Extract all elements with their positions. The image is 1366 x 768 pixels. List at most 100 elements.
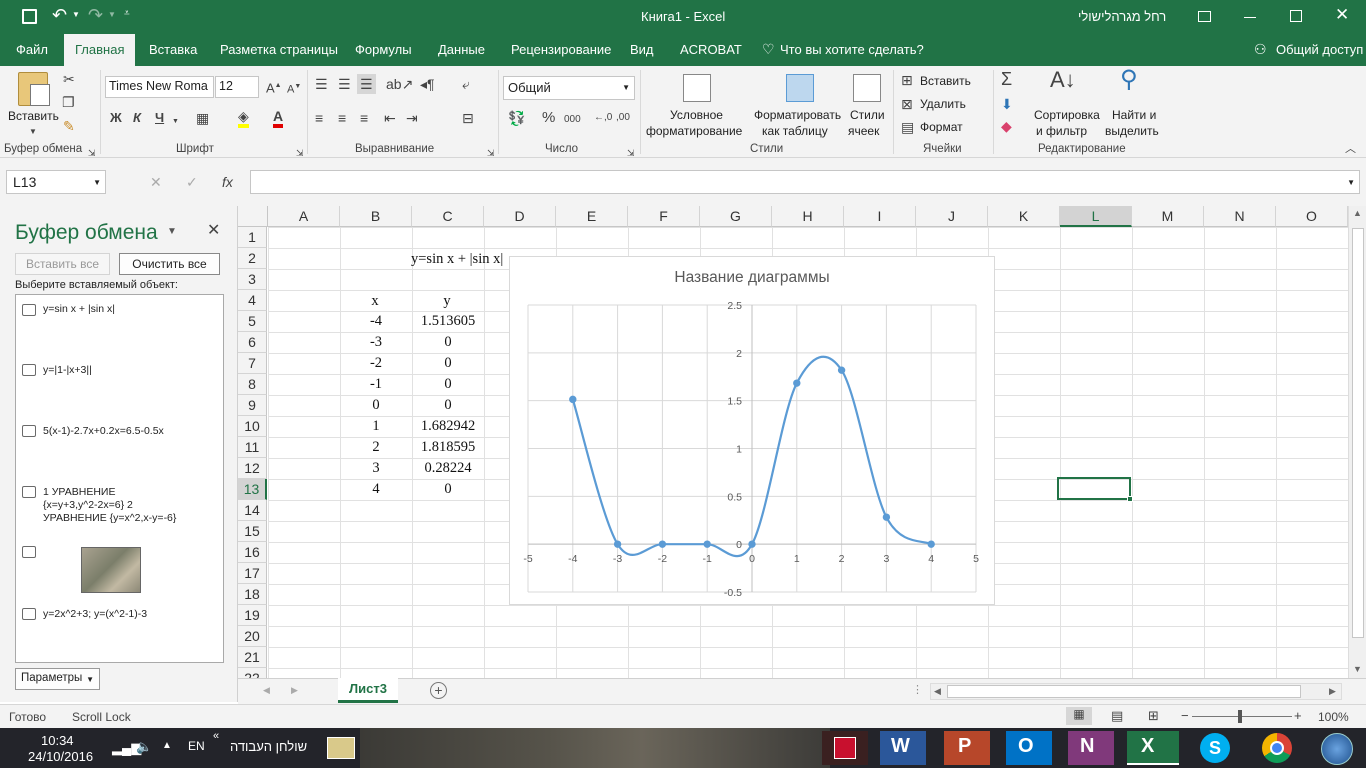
increase-indent-icon[interactable]: ⇥: [406, 110, 418, 126]
conditional-formatting-icon[interactable]: [683, 74, 711, 102]
tell-me-search[interactable]: Что вы хотите сделать?: [780, 34, 924, 66]
italic-button[interactable]: К: [133, 110, 141, 126]
skype-app-icon[interactable]: S: [1192, 731, 1238, 765]
decrease-indent-icon[interactable]: ⇤: [384, 110, 396, 126]
tab-acrobat[interactable]: ACROBAT: [680, 34, 742, 66]
cell-C7[interactable]: 0: [412, 353, 484, 374]
wrap-text-icon[interactable]: ⤶: [462, 76, 470, 92]
find-select-icon[interactable]: ⚲: [1120, 68, 1138, 92]
find-select-button[interactable]: Найти и: [1112, 107, 1156, 123]
cell-C5[interactable]: 1.513605: [412, 311, 484, 332]
orientation-icon[interactable]: ab↗: [386, 76, 413, 92]
copy-icon[interactable]: ❐: [62, 94, 75, 110]
chart-area[interactable]: Название диаграммы -5 -4 -3 -2 -1 0 1 2 3 4 5 -0.5 0…: [509, 256, 995, 605]
decrease-font-icon[interactable]: A▼: [287, 79, 301, 98]
sheet-tab-active[interactable]: Лист3: [338, 678, 398, 703]
tray-expand-icon[interactable]: ▲: [162, 740, 172, 751]
format-cells-icon[interactable]: ▤: [901, 119, 914, 135]
chart-plot[interactable]: -5 -4 -3 -2 -1 0 1 2 3 4 5 -0.5 0 0.5 1 1.5 2 2.5: [510, 257, 994, 604]
redo-dropdown-icon[interactable]: ▼: [108, 10, 116, 19]
redo-icon[interactable]: ↷: [88, 5, 103, 26]
cell-B12[interactable]: 3: [340, 458, 412, 479]
zoom-in-icon[interactable]: +: [1294, 708, 1302, 723]
outlook-app-icon[interactable]: O: [1006, 731, 1052, 765]
selected-cell-L13[interactable]: [1057, 477, 1131, 500]
taskbar-date[interactable]: 24/10/2016: [28, 749, 93, 764]
acrobat-app-icon[interactable]: [822, 731, 868, 765]
formula-input[interactable]: ▼: [250, 170, 1360, 194]
chrome-app-icon[interactable]: [1254, 731, 1300, 765]
sheet-next-icon[interactable]: ▶: [291, 685, 298, 696]
scroll-left-icon[interactable]: ◀: [934, 686, 941, 697]
underline-button[interactable]: Ч: [155, 110, 164, 126]
vertical-scrollbar[interactable]: ▲ ▼: [1348, 206, 1366, 678]
splitter-handle[interactable]: ⋮: [912, 683, 923, 696]
insert-cells-button[interactable]: Вставить: [920, 73, 971, 89]
cell-styles-button[interactable]: Стили: [850, 107, 885, 123]
cell-styles-icon[interactable]: [853, 74, 881, 102]
start-button[interactable]: [1314, 731, 1360, 765]
cell-C12[interactable]: 0.28224: [412, 458, 484, 479]
horizontal-scroll-thumb[interactable]: [947, 685, 1301, 698]
cell-B9[interactable]: 0: [340, 395, 412, 416]
taskbar-desktop-label[interactable]: שולחן העבודה: [230, 739, 307, 754]
undo-dropdown-icon[interactable]: ▼: [72, 10, 80, 19]
align-center-icon[interactable]: ≡: [338, 110, 346, 126]
delete-cells-icon[interactable]: ⊠: [901, 96, 913, 112]
font-name-select[interactable]: Times New Roma: [105, 76, 214, 98]
scroll-up-icon[interactable]: ▲: [1353, 208, 1362, 218]
format-cells-button[interactable]: Формат: [920, 119, 963, 135]
paste-all-button[interactable]: Вставить все: [15, 253, 110, 275]
collapse-ribbon-icon[interactable]: ︿: [1345, 141, 1356, 157]
minimize-icon[interactable]: [1244, 17, 1256, 18]
fill-icon[interactable]: ⬇: [1001, 96, 1013, 112]
borders-icon[interactable]: ▦: [196, 110, 209, 126]
sheet-prev-icon[interactable]: ◀: [263, 685, 270, 696]
zoom-out-icon[interactable]: −: [1181, 708, 1189, 723]
name-box[interactable]: L13 ▼: [6, 170, 106, 194]
align-middle-icon[interactable]: ☰: [338, 76, 351, 92]
format-as-table-icon[interactable]: [786, 74, 814, 102]
cell-C6[interactable]: 0: [412, 332, 484, 353]
increase-decimal-icon[interactable]: ←,0: [594, 110, 612, 126]
tab-review[interactable]: Рецензирование: [511, 34, 611, 66]
increase-font-icon[interactable]: A▲: [266, 78, 282, 96]
taskbar-time[interactable]: 10:34: [41, 733, 74, 748]
ribbon-display-icon[interactable]: [1198, 11, 1211, 22]
cell-B6[interactable]: -3: [340, 332, 412, 353]
thousands-button[interactable]: 000: [564, 112, 581, 128]
save-icon[interactable]: [22, 9, 37, 24]
conditional-formatting-button[interactable]: Условное: [670, 107, 723, 123]
cell-C8[interactable]: 0: [412, 374, 484, 395]
paste-dropdown-icon[interactable]: ▼: [29, 124, 37, 140]
format-painter-icon[interactable]: ✎: [63, 118, 75, 134]
text-direction-icon[interactable]: ◂¶: [420, 76, 435, 92]
worksheet-grid[interactable]: ABCDEFGHIJKLMNO 1 2 3 4 5 6 7 8 9 10 11 12 13 14 15 16 1…: [238, 206, 1366, 678]
share-button[interactable]: Общий доступ: [1276, 34, 1363, 66]
normal-view-icon[interactable]: ▦: [1066, 707, 1092, 725]
sort-filter-button[interactable]: Сортировка: [1034, 107, 1100, 123]
tab-page-layout[interactable]: Разметка страницы: [220, 34, 338, 66]
align-left-icon[interactable]: ≡: [315, 110, 323, 126]
toolbar-expand-icon[interactable]: «: [213, 730, 219, 742]
paste-button[interactable]: Вставить: [8, 108, 59, 124]
zoom-level[interactable]: 100%: [1318, 710, 1349, 724]
cell-B13[interactable]: 4: [340, 479, 412, 500]
maximize-icon[interactable]: [1290, 10, 1302, 22]
page-layout-view-icon[interactable]: ▤: [1111, 708, 1123, 724]
scroll-right-icon[interactable]: ▶: [1329, 686, 1336, 697]
align-top-icon[interactable]: ☰: [315, 76, 328, 92]
tab-home[interactable]: Главная: [64, 34, 136, 66]
pane-options-button[interactable]: Параметры ▼: [15, 668, 100, 690]
insert-function-button[interactable]: fx: [222, 174, 233, 190]
cell-C4[interactable]: y: [411, 291, 483, 312]
tab-insert[interactable]: Вставка: [149, 34, 197, 66]
format-as-table-button[interactable]: Форматировать: [754, 107, 841, 123]
user-name[interactable]: רחל מגרהלישולי: [1078, 9, 1166, 24]
clear-all-button[interactable]: Очистить все: [119, 253, 220, 275]
merge-center-icon[interactable]: ⊟: [462, 110, 474, 126]
sort-filter-icon[interactable]: A↓: [1050, 69, 1076, 91]
cell-C2[interactable]: y=sin x + |sin x|: [411, 249, 511, 270]
scroll-down-icon[interactable]: ▼: [1353, 664, 1362, 674]
delete-cells-button[interactable]: Удалить: [920, 96, 966, 112]
